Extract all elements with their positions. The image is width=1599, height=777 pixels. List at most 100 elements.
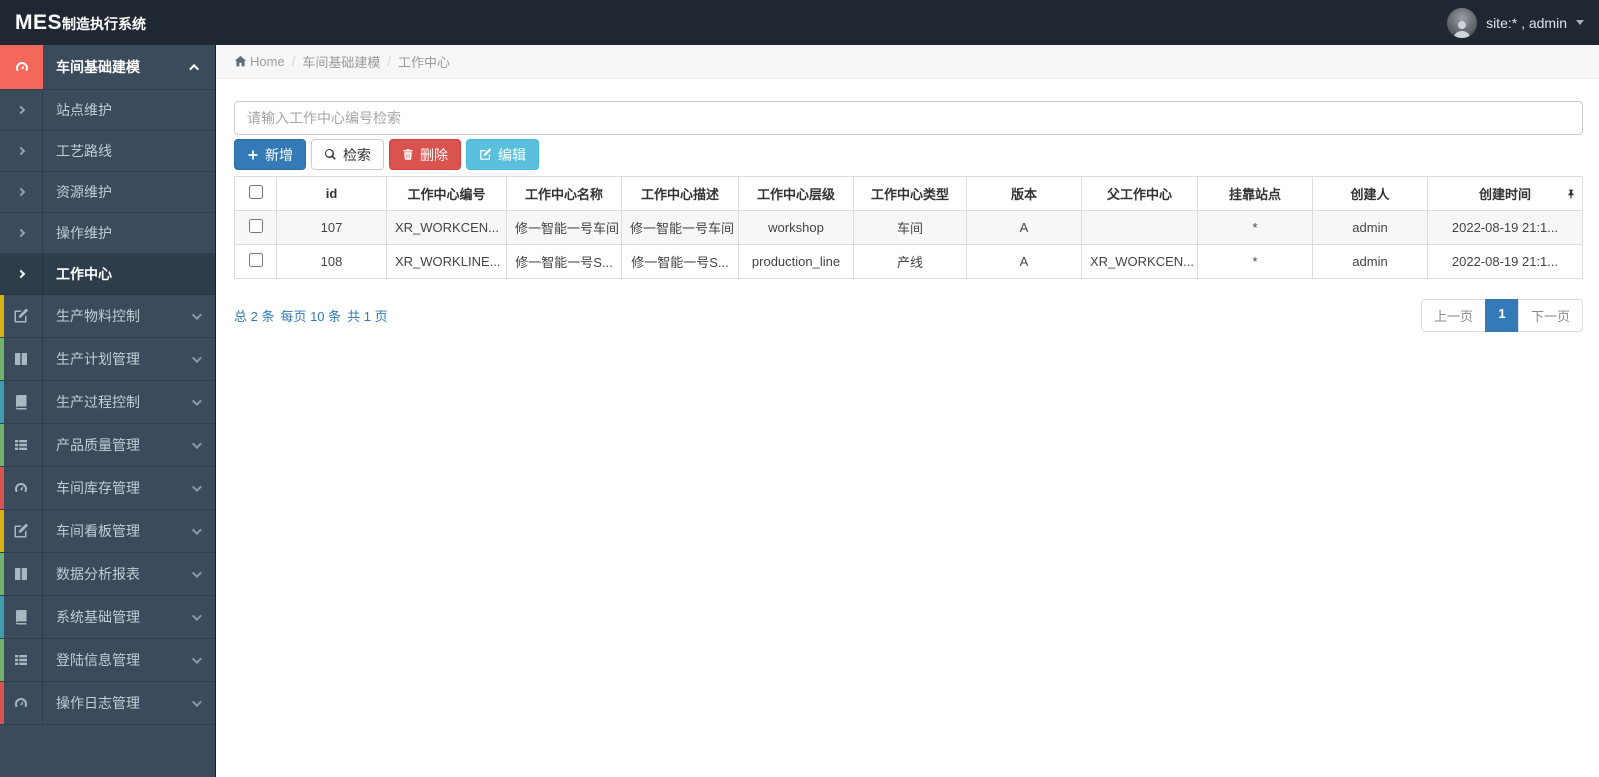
table-cell: 修一智能一号车间 [621,210,739,245]
sidebar-subitem-operation-maintenance[interactable]: 操作维护 [0,213,215,254]
table-row[interactable]: 108 XR_WORKLINE... 修一智能一号S... 修一智能一号S...… [234,244,1583,279]
list-icon [15,655,27,665]
sidebar-item-label: 车间库存管理 [56,480,140,496]
row-checkbox[interactable] [248,219,263,233]
sidebar-item-kanban-management[interactable]: 车间看板管理 [0,510,215,553]
select-all-checkbox[interactable] [248,185,263,199]
column-header-level[interactable]: 工作中心层级 [738,176,854,211]
table-cell: * [1197,244,1313,279]
breadcrumb-separator: / [387,54,391,69]
sidebar-item-workshop-modeling[interactable]: 车间基础建模 [0,45,215,90]
chevron-down-icon [191,567,202,578]
color-strip [0,381,4,423]
sidebar-subitem-process-route[interactable]: 工艺路线 [0,131,215,172]
chevron-down-icon [191,352,202,363]
sidebar-item-label: 操作日志管理 [56,695,140,711]
sidebar-subitem-station-maintenance[interactable]: 站点维护 [0,90,215,131]
user-label: site:* , admin [1486,14,1567,31]
table-cell: A [966,210,1082,245]
color-strip [0,424,4,466]
sidebar: 车间基础建模 站点维护 工艺路线 资源维护 操作维护 工作中心 生产物料控制 生… [0,45,215,777]
edit-icon [14,523,28,538]
chevron-right-icon [16,228,26,238]
sidebar-subitem-work-center[interactable]: 工作中心 [0,254,215,295]
user-menu[interactable]: site:* , admin [1447,7,1584,38]
column-header-created-time[interactable]: 创建时间 [1427,176,1583,211]
table-cell: 修一智能一号S... [621,244,739,279]
breadcrumb-item[interactable]: 车间基础建模 [302,52,380,71]
sidebar-item-label: 生产物料控制 [56,308,140,324]
breadcrumb: Home / 车间基础建模 / 工作中心 [216,45,1599,79]
brand-suffix: 制造执行系统 [62,15,147,32]
table-cell: XR_WORKLINE... [386,244,507,279]
sidebar-item-label: 生产过程控制 [56,394,140,410]
next-page-button[interactable]: 下一页 [1517,299,1583,332]
row-checkbox[interactable] [248,253,263,267]
chevron-down-icon [191,309,202,320]
column-header-station[interactable]: 挂靠站点 [1197,176,1313,211]
sidebar-item-label: 车间基础建模 [56,59,140,75]
color-strip [0,510,4,552]
app-brand: MES 制造执行系统 [15,11,146,35]
column-header-description[interactable]: 工作中心描述 [621,176,739,211]
breadcrumb-home[interactable]: Home [234,54,285,69]
column-header-parent[interactable]: 父工作中心 [1081,176,1198,211]
chevron-down-icon [191,610,202,621]
table-header-row: id 工作中心编号 工作中心名称 工作中心描述 工作中心层级 工作中心类型 版本… [234,176,1583,211]
table-cell: 2022-08-19 21:1... [1427,210,1583,245]
table-row[interactable]: 107 XR_WORKCEN... 修一智能一号车间 修一智能一号车间 work… [234,210,1583,245]
top-bar: MES 制造执行系统 site:* , admin [0,0,1599,45]
caret-down-icon [1576,20,1584,25]
edit-icon [480,148,492,160]
sidebar-item-material-control[interactable]: 生产物料控制 [0,295,215,338]
pin-icon[interactable] [1566,188,1576,199]
column-header-type[interactable]: 工作中心类型 [853,176,967,211]
sidebar-subitem-label: 资源维护 [56,184,112,200]
edit-icon [14,308,28,323]
color-strip [0,553,4,595]
sidebar-item-plan-management[interactable]: 生产计划管理 [0,338,215,381]
prev-page-button[interactable]: 上一页 [1420,299,1486,332]
delete-button[interactable]: 删除 [389,139,461,170]
column-header-version[interactable]: 版本 [966,176,1082,211]
edit-button[interactable]: 编辑 [466,139,539,170]
sidebar-item-login-info-management[interactable]: 登陆信息管理 [0,639,215,682]
search-icon [325,149,336,160]
column-header-creator[interactable]: 创建人 [1312,176,1428,211]
sidebar-subitem-label: 站点维护 [56,102,112,118]
breadcrumb-separator: / [291,54,296,69]
table-cell: A [966,244,1082,279]
color-strip [0,682,4,724]
page-1-button[interactable]: 1 [1484,299,1519,332]
page-size-dropdown[interactable]: 每页 10 条 [280,306,341,325]
sidebar-item-operation-log-management[interactable]: 操作日志管理 [0,682,215,725]
list-icon [15,440,27,450]
search-input[interactable] [234,101,1583,135]
plus-icon [248,150,258,159]
table-cell: admin [1312,210,1428,245]
chevron-right-icon [16,146,26,156]
sidebar-subitem-resource-maintenance[interactable]: 资源维护 [0,172,215,213]
add-button[interactable]: 新增 [234,139,306,170]
sidebar-item-quality-management[interactable]: 产品质量管理 [0,424,215,467]
sidebar-item-inventory-management[interactable]: 车间库存管理 [0,467,215,510]
column-header-id[interactable]: id [276,176,387,211]
chevron-down-icon [191,438,202,449]
sidebar-item-label: 数据分析报表 [56,566,140,582]
sidebar-item-data-analysis-reports[interactable]: 数据分析报表 [0,553,215,596]
pagination-summary: 总 2 条 每页 10 条 共 1 页 [234,306,388,325]
search-button[interactable]: 检索 [311,139,384,170]
trash-icon [403,149,413,160]
sidebar-item-label: 生产计划管理 [56,351,140,367]
sidebar-item-process-control[interactable]: 生产过程控制 [0,381,215,424]
column-header-name[interactable]: 工作中心名称 [506,176,622,211]
chevron-down-icon [191,395,202,406]
sidebar-item-system-management[interactable]: 系统基础管理 [0,596,215,639]
column-header-code[interactable]: 工作中心编号 [386,176,507,211]
person-icon [1454,20,1471,38]
home-icon [234,55,247,67]
pagination-total: 总 2 条 [234,309,275,324]
chevron-right-icon [16,187,26,197]
sidebar-subitem-label: 操作维护 [56,225,112,241]
avatar[interactable] [1447,7,1478,38]
